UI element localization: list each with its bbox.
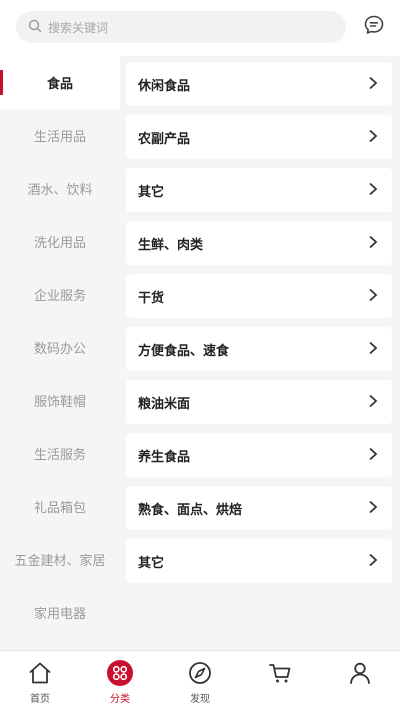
category-icon [106, 659, 134, 687]
subcategory-label: 其它 [138, 555, 165, 571]
subcategory-item[interactable]: 粮油米面 [126, 380, 392, 424]
chevron-right-icon [368, 234, 378, 253]
subcategory-item[interactable]: 其它 [126, 539, 392, 583]
subcategory-label: 干货 [138, 290, 165, 306]
sidebar-item-drinks[interactable]: 酒水、饮料 [0, 162, 120, 215]
tab-home[interactable]: 首页 [0, 651, 80, 710]
user-icon [346, 659, 374, 687]
sidebar-item-business-services[interactable]: 企业服务 [0, 268, 120, 321]
subcategory-item[interactable]: 休闲食品 [126, 62, 392, 106]
subcategory-label: 农副产品 [138, 131, 191, 147]
chevron-right-icon [368, 552, 378, 571]
subcategory-label: 养生食品 [138, 449, 191, 465]
chevron-right-icon [368, 393, 378, 412]
subcategory-label: 方便食品、速食 [138, 343, 230, 359]
home-icon [26, 659, 54, 687]
sidebar-item-hardware-home[interactable]: 五金建材、家居 [0, 533, 120, 586]
bottom-tab-bar: 首页 分类 发现 [0, 650, 400, 710]
sidebar-item-digital-office[interactable]: 数码办公 [0, 321, 120, 374]
message-button[interactable] [362, 15, 386, 39]
subcategory-label: 熟食、面点、烘焙 [138, 502, 243, 518]
subcategory-list: 休闲食品 农副产品 其它 生鲜、肉类 干货 方便食品、速食 粮油米面 养生食品 … [120, 56, 400, 650]
top-bar: 搜索关键词 [0, 0, 400, 54]
sidebar-item-life-services[interactable]: 生活服务 [0, 427, 120, 480]
sidebar-item-gifts-bags[interactable]: 礼品箱包 [0, 480, 120, 533]
subcategory-label: 休闲食品 [138, 78, 191, 94]
subcategory-item[interactable]: 其它 [126, 168, 392, 212]
tab-discover[interactable]: 发现 [160, 651, 240, 710]
tab-cart[interactable] [240, 651, 320, 710]
subcategory-item[interactable]: 养生食品 [126, 433, 392, 477]
subcategory-item[interactable]: 生鲜、肉类 [126, 221, 392, 265]
chevron-right-icon [368, 75, 378, 94]
tab-label: 发现 [190, 694, 210, 705]
tab-profile[interactable] [320, 651, 400, 710]
discover-icon [186, 659, 214, 687]
chevron-right-icon [368, 287, 378, 306]
sidebar-item-daily-goods[interactable]: 生活用品 [0, 109, 120, 162]
chevron-right-icon [368, 340, 378, 359]
category-sidebar: 食品 生活用品 酒水、饮料 洗化用品 企业服务 数码办公 服饰鞋帽 生活服务 礼… [0, 56, 120, 650]
subcategory-label: 粮油米面 [138, 396, 191, 412]
cart-icon [266, 659, 294, 687]
subcategory-label: 生鲜、肉类 [138, 237, 204, 253]
tab-label: 首页 [30, 694, 50, 705]
subcategory-item[interactable]: 干货 [126, 274, 392, 318]
sidebar-item-food[interactable]: 食品 [0, 56, 120, 109]
search-placeholder: 搜索关键词 [48, 20, 109, 35]
tab-label: 分类 [110, 694, 130, 705]
search-icon [28, 18, 42, 37]
message-icon [363, 14, 385, 40]
search-input[interactable]: 搜索关键词 [16, 11, 346, 43]
sidebar-item-toiletries[interactable]: 洗化用品 [0, 215, 120, 268]
subcategory-item[interactable]: 方便食品、速食 [126, 327, 392, 371]
chevron-right-icon [368, 128, 378, 147]
sidebar-item-appliances[interactable]: 家用电器 [0, 586, 120, 639]
tab-category[interactable]: 分类 [80, 651, 160, 710]
subcategory-label: 其它 [138, 184, 165, 200]
chevron-right-icon [368, 181, 378, 200]
chevron-right-icon [368, 499, 378, 518]
sidebar-item-apparel[interactable]: 服饰鞋帽 [0, 374, 120, 427]
chevron-right-icon [368, 446, 378, 465]
subcategory-item[interactable]: 农副产品 [126, 115, 392, 159]
subcategory-item[interactable]: 熟食、面点、烘焙 [126, 486, 392, 530]
